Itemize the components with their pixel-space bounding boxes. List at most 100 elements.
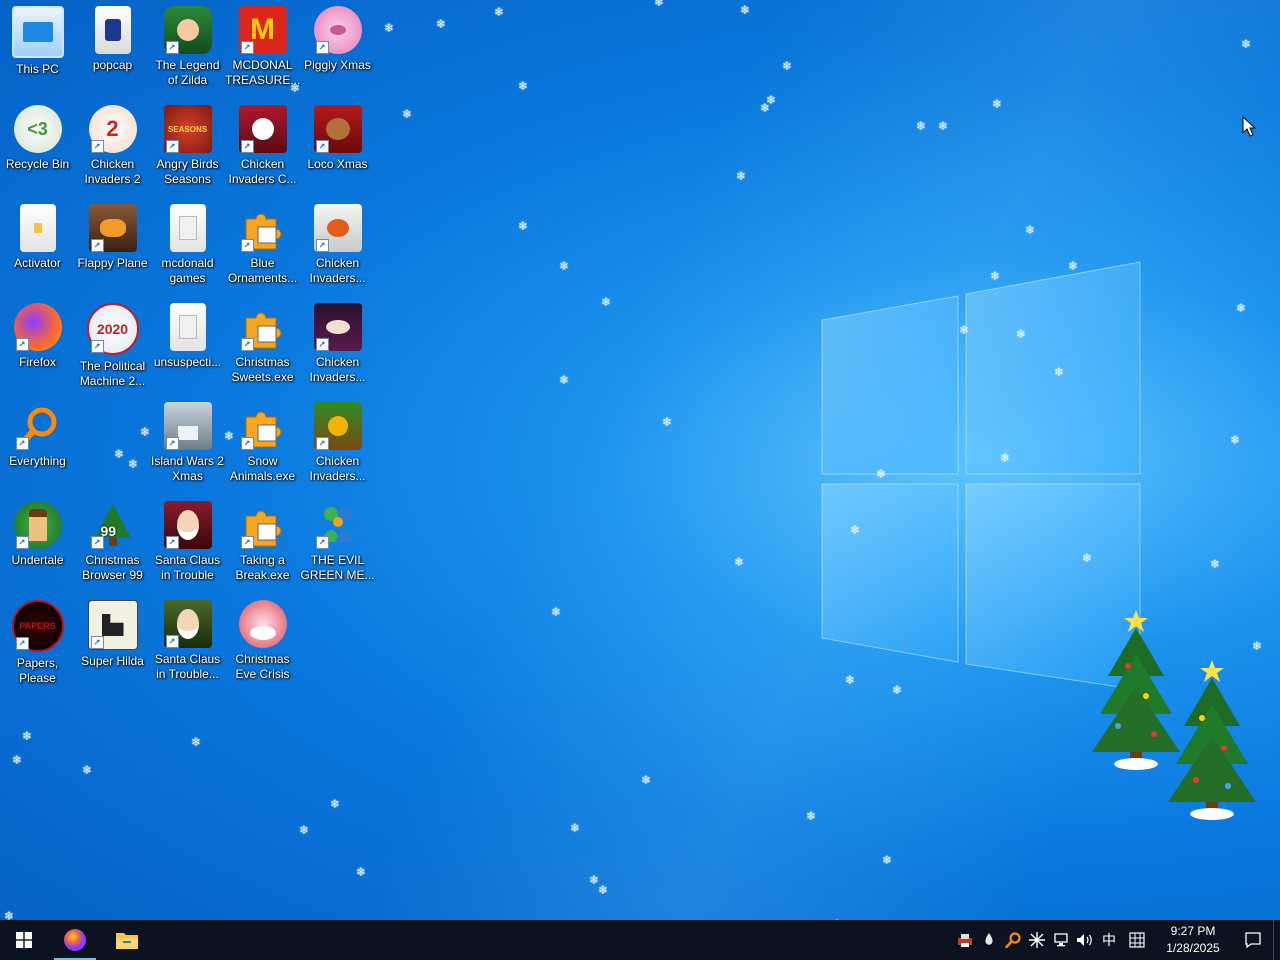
desktop-icon-flappy-plane[interactable]: ↗ Flappy Plane [75, 198, 150, 271]
snowflake-icon: ❄ [114, 447, 125, 461]
snowflake-icon: ❄ [22, 729, 33, 743]
desktop-icon-evil-green-me[interactable]: ↗ THE EVIL GREEN ME... [300, 495, 375, 583]
shortcut-arrow-icon: ↗ [90, 636, 104, 649]
clock-time: 9:27 PM [1170, 924, 1216, 938]
shortcut-arrow-icon: ↗ [240, 140, 254, 153]
santa-icon: ↗ [163, 600, 212, 648]
chicken-icon: ↗ [313, 204, 362, 252]
desktop-icon-legend-of-zilda[interactable]: ↗ The Legend of Zilda [150, 0, 225, 88]
snowflake-icon: ❄ [551, 605, 562, 619]
desktop-icon-mcdonal-treasure[interactable]: M ↗ MCDONAL TREASURE... [225, 0, 300, 88]
action-center-button[interactable] [1233, 920, 1273, 960]
santa-face-icon [238, 600, 287, 648]
desktop-icon-island-wars[interactable]: ↗ Island Wars 2 Xmas [150, 396, 225, 484]
snowflake-icon: ❄ [938, 119, 949, 133]
super-hilda-icon: ↗ [87, 600, 138, 650]
desktop-icon-unsuspecting[interactable]: unsuspecti... [150, 297, 225, 370]
desktop-icon-chicken-invaders-c[interactable]: ↗ Chicken Invaders C... [225, 99, 300, 187]
zilda-character-icon: ↗ [163, 6, 212, 54]
desktop-icon-blue-ornaments[interactable]: ↗ Blue Ornaments... [225, 198, 300, 286]
snowflake-icon: ❄ [290, 81, 301, 95]
tray-sparkle-icon[interactable] [1025, 920, 1049, 960]
snowflake-icon: ❄ [224, 429, 235, 443]
desktop-icon-this-pc[interactable]: This PC [0, 0, 75, 77]
desktop-icon-recycle-bin[interactable]: <3 Recycle Bin [0, 99, 75, 172]
teddy-bear-icon: ↗ [313, 105, 362, 153]
desktop-icon-political-machine[interactable]: 2020 ↗ The Political Machine 2... [75, 297, 150, 389]
desktop-icon-mcdonald-games[interactable]: mcdonald games [150, 198, 225, 286]
snowflake-icon: ❄ [1230, 433, 1241, 447]
desktop-icon-everything[interactable]: ↗ Everything [0, 396, 75, 469]
chicken-xmas-icon: ↗ [313, 402, 362, 450]
desktop-icon-snow-animals[interactable]: ↗ Snow Animals.exe [225, 396, 300, 484]
snowflake-icon: ❄ [299, 823, 310, 837]
taskbar-firefox-button[interactable] [48, 920, 102, 960]
desktop-icon-firefox[interactable]: ↗ Firefox [0, 297, 75, 370]
taskbar-clock[interactable]: 9:27 PM 1/28/2025 [1153, 923, 1233, 957]
snowflake-icon: ❄ [1068, 259, 1079, 273]
snowflake-icon: ❄ [330, 797, 341, 811]
snowflake-icon: ❄ [740, 3, 751, 17]
tray-volume-icon[interactable] [1073, 920, 1097, 960]
snowflake-icon: ❄ [384, 21, 395, 35]
taskbar-file-explorer-button[interactable] [102, 920, 152, 960]
shortcut-arrow-icon: ↗ [90, 536, 104, 549]
desktop-icon-activator[interactable]: Activator [0, 198, 75, 271]
folder-icon [169, 204, 206, 252]
tray-droplet-icon[interactable] [977, 920, 1001, 960]
desktop-icon-super-hilda[interactable]: ↗ Super Hilda [75, 594, 150, 669]
desktop-icon-undertale[interactable]: ↗ Undertale [0, 495, 75, 568]
christmas-tree-icon: 99 ↗ [89, 501, 137, 549]
shortcut-arrow-icon: ↗ [315, 140, 329, 153]
desktop-icon-christmas-browser[interactable]: 99 ↗ Christmas Browser 99 [75, 495, 150, 583]
snowflake-icon: ❄ [601, 295, 612, 309]
snowflake-icon: ❄ [850, 523, 861, 537]
desktop-icon-popcap[interactable]: popcap [75, 0, 150, 73]
tray-search-everything-icon[interactable] [1001, 920, 1025, 960]
shortcut-arrow-icon: ↗ [15, 338, 29, 351]
christmas-tree-decoration-right [1168, 660, 1256, 820]
desktop-icon-santa-claus-in-trouble[interactable]: ↗ Santa Claus in Trouble [150, 495, 225, 583]
island-wars-icon: ↗ [163, 402, 212, 450]
snowflake-icon: ❄ [402, 107, 413, 121]
shortcut-arrow-icon: ↗ [165, 140, 179, 153]
snowflake-icon: ❄ [570, 821, 581, 835]
desktop-icon-angry-birds[interactable]: SEASONS ↗ Angry Birds Seasons [150, 99, 225, 187]
desktop-icon-taking-a-break[interactable]: ↗ Taking a Break.exe [225, 495, 300, 583]
snowflake-icon: ❄ [1241, 37, 1252, 51]
desktop-icon-christmas-eve-crisis[interactable]: Christmas Eve Crisis [225, 594, 300, 682]
desktop-icon-papers-please[interactable]: PAPERS ↗ Papers, Please [0, 594, 75, 686]
desktop-icon-santa-claus-in-trouble-2[interactable]: ↗ Santa Claus in Trouble... [150, 594, 225, 682]
desktop-icon-chicken-invaders-d[interactable]: ↗ Chicken Invaders... [300, 396, 375, 484]
show-desktop-button[interactable] [1273, 920, 1280, 960]
tray-keyboard-layout-icon[interactable] [1121, 920, 1153, 960]
tray-input-method-indicator[interactable]: 中 [1097, 920, 1121, 960]
shortcut-arrow-icon: ↗ [315, 338, 329, 351]
snowflake-icon: ❄ [990, 269, 1001, 283]
shortcut-arrow-icon: ↗ [240, 338, 254, 351]
shortcut-arrow-icon: ↗ [240, 239, 254, 252]
snowflake-icon: ❄ [494, 5, 505, 19]
snowflake-icon: ❄ [1054, 365, 1065, 379]
shortcut-arrow-icon: ↗ [315, 536, 329, 549]
desktop-icon-piggly-xmas[interactable]: ↗ Piggly Xmas [300, 0, 375, 73]
desktop-icon-chicken-invaders-2[interactable]: 2 ↗ Chicken Invaders 2 [75, 99, 150, 187]
snowflake-icon: ❄ [82, 763, 93, 777]
snowflake-icon: ❄ [518, 219, 529, 233]
snowflake-icon: ❄ [356, 865, 367, 879]
tray-printer-icon[interactable] [953, 920, 977, 960]
snowflake-icon: ❄ [1016, 327, 1027, 341]
snowflake-icon: ❄ [876, 467, 887, 481]
tray-network-icon[interactable] [1049, 920, 1073, 960]
messenger-people-icon: ↗ [314, 501, 362, 549]
shortcut-arrow-icon: ↗ [90, 140, 104, 153]
snowflake-icon: ❄ [191, 735, 202, 749]
desktop-icon-loco-xmas[interactable]: ↗ Loco Xmas [300, 99, 375, 172]
snowflake-icon: ❄ [128, 457, 139, 471]
desktop-icon-chicken-invaders-b[interactable]: ↗ Chicken Invaders... [300, 297, 375, 385]
shortcut-arrow-icon: ↗ [240, 437, 254, 450]
desktop-icon-christmas-sweets[interactable]: ↗ Christmas Sweets.exe [225, 297, 300, 385]
shortcut-arrow-icon: ↗ [165, 437, 179, 450]
desktop-icon-chicken-invaders-a[interactable]: ↗ Chicken Invaders... [300, 198, 375, 286]
start-button[interactable] [0, 920, 48, 960]
